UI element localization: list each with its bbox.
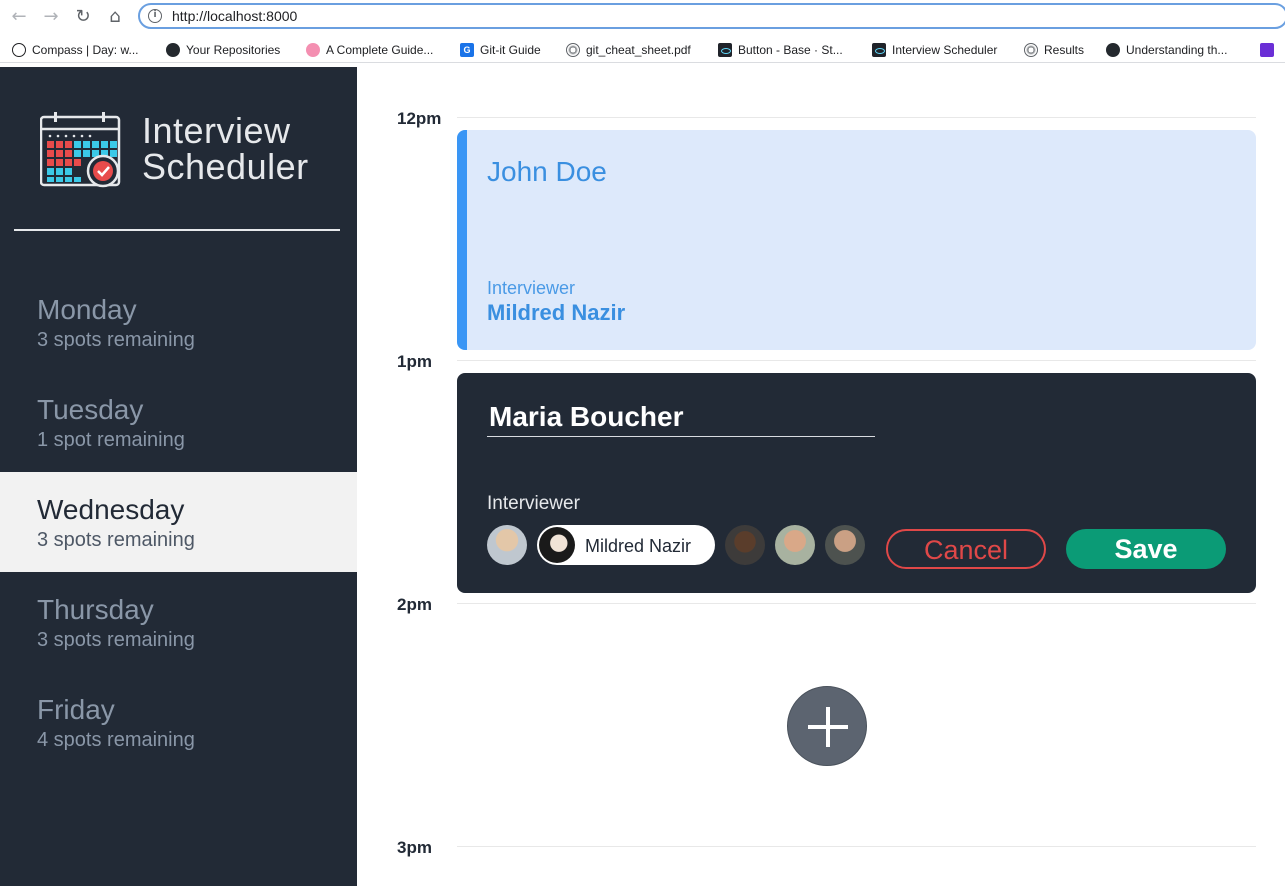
bookmark-item[interactable]: Compass | Day: w...: [12, 41, 138, 59]
globe-icon: [566, 43, 580, 57]
student-name-input[interactable]: [487, 397, 875, 437]
address-bar[interactable]: i http://localhost:8000: [138, 3, 1285, 29]
compass-icon: [12, 43, 26, 57]
bookmark-item[interactable]: Button - Base · St...: [718, 41, 843, 59]
globe-icon: [1024, 43, 1038, 57]
home-icon[interactable]: ⌂: [104, 5, 126, 27]
appointment-form-card: Interviewer Mildred Nazir Cancel Save: [457, 373, 1256, 593]
day-name: Tuesday: [37, 394, 144, 425]
bookmark-item[interactable]: A Complete Guide...: [306, 41, 433, 59]
day-item-tuesday[interactable]: Tuesday 1 spot remaining: [0, 372, 357, 472]
time-label: 2pm: [397, 595, 432, 614]
interviewer-avatar[interactable]: [725, 525, 765, 565]
interviewer-name: Mildred Nazir: [487, 300, 626, 325]
brand-line-1: Interview: [142, 110, 291, 151]
reload-icon[interactable]: ↻: [72, 5, 94, 27]
bookmark-item[interactable]: git_cheat_sheet.pdf: [566, 41, 691, 59]
time-separator: [457, 360, 1256, 361]
pink-dot-icon: [306, 43, 320, 57]
day-spots: 3 spots remaining: [37, 329, 195, 351]
day-name: Monday: [37, 294, 137, 325]
save-button[interactable]: Save: [1066, 529, 1226, 569]
time-label: 1pm: [397, 352, 432, 371]
brand-line-2: Scheduler: [142, 146, 309, 187]
info-icon[interactable]: i: [148, 9, 162, 23]
forward-icon[interactable]: →: [40, 5, 62, 27]
url-text[interactable]: http://localhost:8000: [172, 8, 297, 24]
time-label: 12pm: [397, 109, 442, 128]
sidebar: Interview Scheduler Monday 3 spots remai…: [0, 67, 357, 886]
mail-icon: [1260, 43, 1274, 57]
calendar-logo-icon: [40, 112, 121, 188]
sidebar-divider: [14, 229, 340, 231]
day-item-monday[interactable]: Monday 3 spots remaining: [0, 272, 357, 372]
day-spots: 3 spots remaining: [37, 529, 195, 551]
bookmark-item[interactable]: [1260, 41, 1280, 59]
bookmark-item[interactable]: Results: [1024, 41, 1084, 59]
day-item-friday[interactable]: Friday 4 spots remaining: [0, 672, 357, 772]
react-icon: [872, 43, 886, 57]
student-name: John Doe: [487, 156, 607, 187]
time-separator: [457, 846, 1256, 847]
brand-title: Interview Scheduler: [142, 113, 309, 185]
day-spots: 1 spot remaining: [37, 429, 185, 451]
back-icon[interactable]: ←: [8, 5, 30, 27]
day-name: Wednesday: [37, 494, 185, 525]
bookmark-item[interactable]: Interview Scheduler: [872, 41, 997, 59]
g-icon: G: [460, 43, 474, 57]
time-separator: [457, 117, 1256, 118]
bookmark-item[interactable]: Understanding th...: [1106, 41, 1227, 59]
day-name: Thursday: [37, 594, 154, 625]
browser-toolbar: ← → ↻ ⌂ i http://localhost:8000: [0, 0, 1285, 33]
day-spots: 3 spots remaining: [37, 629, 195, 651]
interviewer-avatar: [539, 527, 575, 563]
day-item-wednesday[interactable]: Wednesday 3 spots remaining: [0, 472, 357, 572]
github-icon: [166, 43, 180, 57]
app: Interview Scheduler Monday 3 spots remai…: [0, 67, 1285, 886]
interviewer-avatar[interactable]: [825, 525, 865, 565]
schedule: 12pm John Doe Interviewer Mildred Nazir …: [357, 67, 1285, 886]
interviewer-label: Interviewer: [487, 278, 576, 298]
selected-interviewer-chip[interactable]: Mildred Nazir: [537, 525, 715, 565]
bookmark-item[interactable]: G Git-it Guide: [460, 41, 541, 59]
day-name: Friday: [37, 694, 115, 725]
day-spots: 4 spots remaining: [37, 729, 195, 751]
bookmark-item[interactable]: Your Repositories: [166, 41, 280, 59]
react-icon: [718, 43, 732, 57]
bookmarks-bar: Compass | Day: w... Your Repositories A …: [0, 37, 1285, 63]
interviewer-avatar[interactable]: [775, 525, 815, 565]
interviewer-label: Interviewer: [487, 493, 580, 514]
github-icon: [1106, 43, 1120, 57]
add-appointment-button[interactable]: [787, 686, 867, 766]
selected-interviewer-name: Mildred Nazir: [585, 536, 692, 556]
time-separator: [457, 603, 1256, 604]
time-label: 3pm: [397, 838, 432, 857]
cancel-button[interactable]: Cancel: [886, 529, 1046, 569]
day-item-thursday[interactable]: Thursday 3 spots remaining: [0, 572, 357, 672]
appointment-show-card: John Doe Interviewer Mildred Nazir: [457, 130, 1256, 350]
interviewer-avatar[interactable]: [487, 525, 527, 565]
